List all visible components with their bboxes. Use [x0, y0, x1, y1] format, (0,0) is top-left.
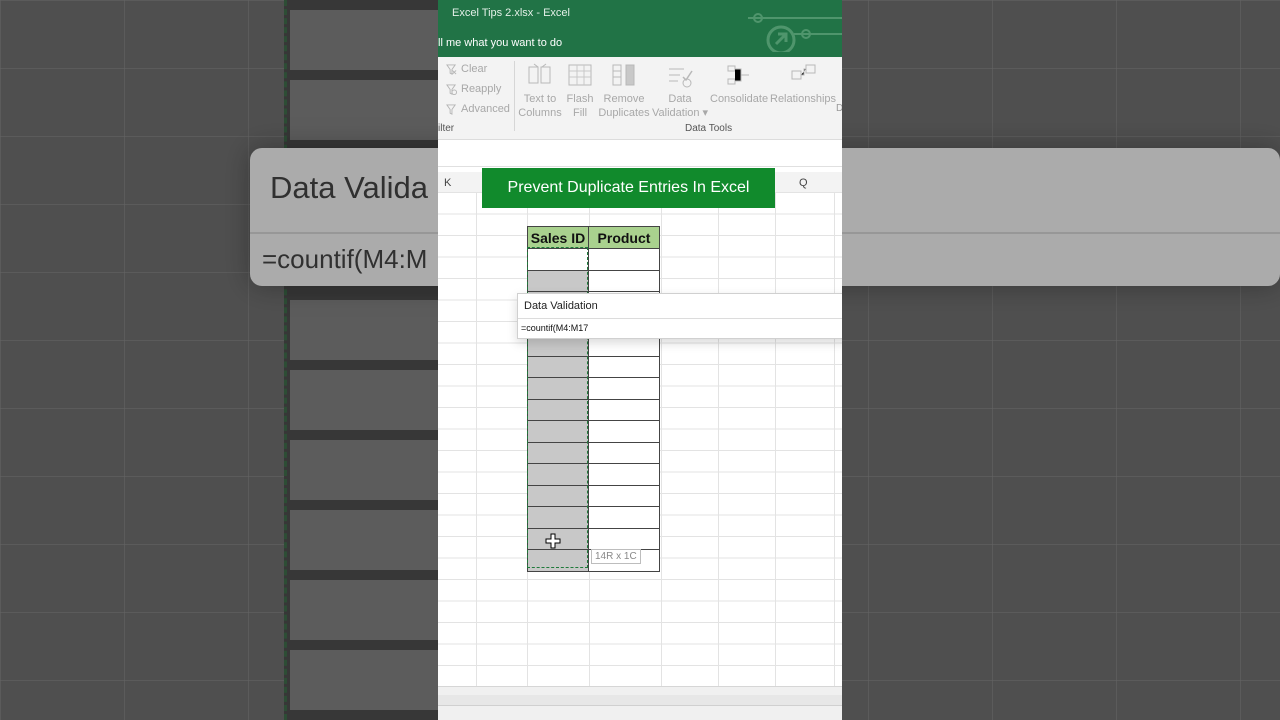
clear-label: Clear: [461, 63, 488, 75]
sales-id-cell[interactable]: [527, 441, 589, 464]
data-validation-icon: [669, 68, 693, 88]
table-row: [527, 269, 660, 292]
sales-id-cell[interactable]: [527, 549, 589, 572]
text-to-columns-button[interactable]: Text to Columns: [518, 61, 562, 120]
table-row: [527, 420, 660, 443]
grid-column-line: [718, 192, 719, 686]
data-tools-group-label: Data Tools: [685, 123, 733, 134]
sales-table: Sales ID Product: [527, 226, 660, 572]
selection-size-tooltip: 14R x 1C: [591, 549, 641, 564]
advanced-filter-icon: [446, 103, 457, 115]
title-bar: Excel Tips 2.xlsx - Excel ll me what you…: [438, 0, 842, 57]
header-sales-id[interactable]: Sales ID: [527, 226, 589, 249]
advanced-label: Advanced: [461, 103, 510, 115]
ribbon-group-divider: [514, 61, 515, 131]
data-validation-button[interactable]: Data Validation ▾: [652, 61, 708, 120]
product-cell[interactable]: [588, 248, 660, 271]
relationships-icon: [791, 64, 816, 80]
product-cell[interactable]: [588, 441, 660, 464]
remove-duplicates-icon: [612, 64, 635, 86]
window-title: Excel Tips 2.xlsx - Excel: [452, 7, 570, 19]
sales-id-cell[interactable]: [527, 377, 589, 400]
data-validation-label: Data Validation ▾: [652, 93, 709, 119]
text-to-columns-label: Text to Columns: [518, 93, 562, 119]
product-cell[interactable]: [588, 420, 660, 443]
sales-id-cell[interactable]: [527, 463, 589, 486]
table-row: [527, 377, 660, 400]
flash-fill-label: Flash Fill: [566, 93, 594, 119]
grid-column-line: [476, 192, 477, 686]
reapply-icon: [446, 83, 457, 95]
sales-id-cell[interactable]: [527, 355, 589, 378]
sales-id-cell[interactable]: [527, 506, 589, 529]
consolidate-label: Consolidate: [710, 93, 769, 105]
horizontal-scrollbar[interactable]: [438, 695, 842, 706]
table-row: [527, 484, 660, 507]
consolidate-button[interactable]: Consolidate: [710, 61, 768, 106]
header-product[interactable]: Product: [588, 226, 660, 249]
product-cell[interactable]: [588, 377, 660, 400]
sales-id-cell[interactable]: [527, 484, 589, 507]
table-row: [527, 506, 660, 529]
sales-id-cell[interactable]: [527, 420, 589, 443]
table-row: [527, 355, 660, 378]
data-validation-title: Data Validation: [524, 300, 598, 312]
table-header-row: Sales ID Product: [527, 226, 660, 249]
horizontal-scrollbar-area[interactable]: [438, 686, 842, 720]
data-validation-tooltip: Data Validation =countif(M4:M17: [517, 293, 842, 339]
reapply-button[interactable]: Reapply: [446, 83, 501, 95]
grid-column-line: [661, 192, 662, 686]
table-row: [527, 441, 660, 464]
grid-column-line: [834, 192, 835, 686]
product-cell[interactable]: [588, 506, 660, 529]
reapply-label: Reapply: [461, 83, 502, 95]
circuit-deco-icon: [748, 13, 842, 52]
ribbon: Clear Reapply Advanced Text to Columns F…: [438, 57, 842, 140]
relationships-button[interactable]: Relationships: [770, 61, 836, 106]
product-cell[interactable]: [588, 463, 660, 486]
excel-window: Excel Tips 2.xlsx - Excel ll me what you…: [438, 0, 842, 720]
column-header-k[interactable]: K: [444, 177, 451, 189]
data-validation-formula[interactable]: =countif(M4:M17: [521, 323, 588, 333]
product-cell[interactable]: [588, 269, 660, 292]
table-row: [527, 463, 660, 486]
sales-id-cell[interactable]: [527, 269, 589, 292]
ribbon-overflow-label: D: [836, 103, 842, 114]
tutorial-title-banner: Prevent Duplicate Entries In Excel: [482, 168, 775, 208]
flash-fill-button[interactable]: Flash Fill: [564, 61, 596, 120]
product-cell[interactable]: [588, 484, 660, 507]
tell-me-search[interactable]: ll me what you want to do: [438, 37, 562, 49]
move-cursor-icon: [545, 533, 561, 549]
product-cell[interactable]: [588, 355, 660, 378]
table-row: [527, 398, 660, 421]
clear-filter-icon: [446, 63, 457, 75]
consolidate-icon: [727, 65, 749, 85]
product-cell[interactable]: [588, 527, 660, 550]
filter-group-label: ilter: [438, 123, 455, 134]
column-header-q[interactable]: Q: [799, 177, 808, 189]
flash-fill-icon: [568, 64, 592, 86]
relationships-label: Relationships: [770, 93, 837, 105]
text-to-columns-icon: [528, 63, 551, 84]
advanced-filter-button[interactable]: Advanced: [446, 103, 510, 115]
sales-id-cell[interactable]: [527, 248, 589, 271]
table-row: [527, 248, 660, 271]
data-validation-divider: [518, 318, 842, 319]
grid-column-line: [775, 192, 776, 686]
remove-duplicates-button[interactable]: Remove Duplicates: [598, 61, 650, 120]
sales-id-cell[interactable]: [527, 398, 589, 421]
clear-button[interactable]: Clear: [446, 63, 487, 75]
formula-bar[interactable]: [438, 140, 842, 167]
remove-duplicates-label: Remove Duplicates: [598, 93, 650, 119]
product-cell[interactable]: [588, 398, 660, 421]
